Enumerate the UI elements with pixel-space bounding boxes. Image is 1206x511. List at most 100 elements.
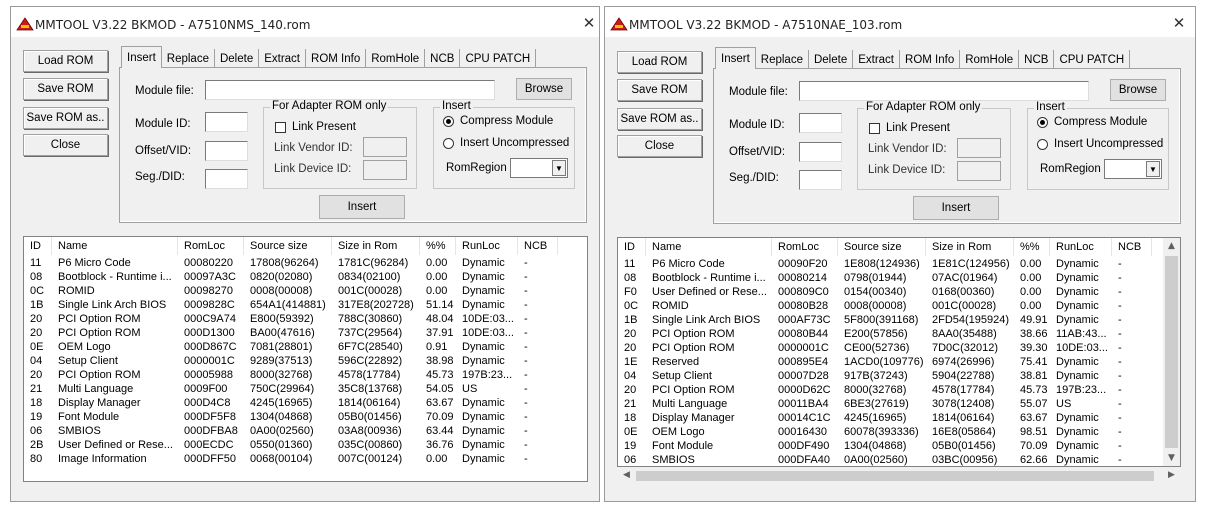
tab-insert[interactable]: Insert — [121, 46, 162, 68]
tab-insert[interactable]: Insert — [715, 47, 756, 69]
column-header[interactable]: Name — [52, 237, 178, 255]
tab-ncb[interactable]: NCB — [425, 49, 461, 68]
save-rom-as-button[interactable]: Save ROM as.. — [23, 107, 108, 129]
offset-vid-input[interactable] — [205, 141, 248, 161]
module-file-input[interactable] — [205, 80, 495, 100]
table-row[interactable]: 0C ROMID 00080B28 0008(00008) 001C(00028) 0.0… — [618, 299, 1152, 313]
insert-uncompressed-radio[interactable] — [443, 138, 454, 149]
link-present-checkbox[interactable] — [275, 122, 286, 133]
column-header[interactable]: NCB — [518, 237, 558, 255]
tab-cpu-patch[interactable]: CPU PATCH — [1054, 50, 1131, 69]
table-row[interactable]: 1E Reserved 000895E4 1ACD0(109776) 6974(2699… — [618, 355, 1152, 369]
offset-vid-input[interactable] — [799, 142, 842, 162]
scrollbar-thumb[interactable] — [1165, 256, 1178, 448]
column-header[interactable]: ID — [618, 238, 646, 256]
column-header[interactable]: Source size — [244, 237, 332, 255]
table-row[interactable]: 20 PCI Option ROM 0000D62C 8000(32768) 4578(… — [618, 383, 1152, 397]
column-header[interactable]: NCB — [1112, 238, 1152, 256]
seg-did-input[interactable] — [799, 170, 842, 190]
close-icon[interactable]: ✕ — [581, 15, 597, 31]
table-row[interactable]: 18 Display Manager 00014C1C 4245(16965) 1814… — [618, 411, 1152, 425]
scroll-left-icon[interactable]: ◀ — [618, 470, 635, 480]
table-row[interactable]: 0C ROMID 00098270 0008(00008) 001C(00028) 0.0… — [24, 284, 558, 298]
link-present-checkbox[interactable] — [869, 123, 880, 134]
table-row[interactable]: F0 User Defined or Rese... 000809C0 0154(00… — [618, 285, 1152, 299]
column-header[interactable]: %% — [420, 237, 456, 255]
tab-rom-info[interactable]: ROM Info — [306, 49, 367, 68]
compress-module-radio[interactable] — [443, 116, 454, 127]
module-id-input[interactable] — [205, 112, 248, 132]
column-header[interactable]: RunLoc — [1050, 238, 1112, 256]
scroll-up-icon[interactable]: ▲ — [1163, 241, 1180, 251]
table-row[interactable]: 21 Multi Language 00011BA4 6BE3(27619) 3078(… — [618, 397, 1152, 411]
tab-ncb[interactable]: NCB — [1019, 50, 1055, 69]
link-vendor-input[interactable] — [957, 138, 1001, 158]
table-row[interactable]: 04 Setup Client 0000001C 9289(37513) 596C(22… — [24, 354, 558, 368]
module-list[interactable]: ID Name RomLoc Source size Size in Rom%% RunL… — [617, 237, 1181, 467]
chevron-down-icon[interactable]: ▼ — [552, 160, 566, 176]
tab-delete[interactable]: Delete — [808, 50, 854, 69]
table-row[interactable]: 21 Multi Language 0009F00 750C(29964) 35C8(1… — [24, 382, 558, 396]
table-row[interactable]: 11 P6 Micro Code 00090F20 1E808(124936) 1E81… — [618, 257, 1152, 271]
table-row[interactable]: 0E OEM Logo 000D867C 7081(28801) 6F7C(28540)… — [24, 340, 558, 354]
close-button[interactable]: Close — [617, 135, 702, 157]
table-row[interactable]: 19 Font Module 000DF5F8 1304(04868) 05B0(014… — [24, 410, 558, 424]
table-row[interactable]: 1B Single Link Arch BIOS 000AF73C 5F800(391… — [618, 313, 1152, 327]
module-list[interactable]: ID Name RomLoc Source size Size in Rom%% RunL… — [23, 236, 588, 482]
load-rom-button[interactable]: Load ROM — [23, 50, 108, 72]
column-header[interactable]: RomLoc — [772, 238, 838, 256]
link-device-input[interactable] — [363, 160, 407, 180]
browse-button[interactable]: Browse — [516, 78, 572, 100]
table-row[interactable]: 2B User Defined or Rese... 000ECDC 0550(013… — [24, 438, 558, 452]
link-vendor-input[interactable] — [363, 137, 407, 157]
table-row[interactable]: 06 SMBIOS 000DFA40 0A00(02560) 03BC(00956) 62… — [618, 453, 1152, 466]
table-row[interactable]: 19 Font Module 000DF490 1304(04868) 05B0(014… — [618, 439, 1152, 453]
link-device-input[interactable] — [957, 161, 1001, 181]
tab-delete[interactable]: Delete — [214, 49, 260, 68]
romregion-select[interactable]: ▼ — [1104, 159, 1162, 179]
table-row[interactable]: 20 PCI Option ROM 00005988 8000(32768) 4578(… — [24, 368, 558, 382]
table-row[interactable]: 06 SMBIOS 000DFBA8 0A00(02560) 03A8(00936) 63… — [24, 424, 558, 438]
table-row[interactable]: 0E OEM Logo 00016430 60078(393336) 16E8(0586… — [618, 425, 1152, 439]
close-button[interactable]: Close — [23, 134, 108, 156]
insert-button[interactable]: Insert — [319, 195, 405, 219]
hscrollbar-thumb[interactable] — [636, 471, 1154, 481]
column-header[interactable]: Size in Rom — [926, 238, 1014, 256]
table-row[interactable]: 80 Image Information 000DFF50 0068(00104) 00… — [24, 452, 558, 466]
save-rom-button[interactable]: Save ROM — [23, 78, 108, 100]
tab-extract[interactable]: Extract — [853, 50, 901, 69]
insert-button[interactable]: Insert — [913, 196, 999, 220]
save-rom-button[interactable]: Save ROM — [617, 79, 702, 101]
table-row[interactable]: 20 PCI Option ROM 000D1300 BA00(47616) 737C(… — [24, 326, 558, 340]
save-rom-as-button[interactable]: Save ROM as.. — [617, 108, 702, 130]
scroll-down-icon[interactable]: ▼ — [1163, 453, 1180, 463]
module-file-input[interactable] — [799, 81, 1089, 101]
column-header[interactable]: Name — [646, 238, 772, 256]
tab-romhole[interactable]: RomHole — [366, 49, 426, 68]
romregion-select[interactable]: ▼ — [510, 158, 568, 178]
column-header[interactable]: RunLoc — [456, 237, 518, 255]
tab-rom-info[interactable]: ROM Info — [900, 50, 961, 69]
browse-button[interactable]: Browse — [1110, 79, 1166, 101]
table-row[interactable]: 04 Setup Client 00007D28 917B(37243) 5904(22… — [618, 369, 1152, 383]
tab-romhole[interactable]: RomHole — [960, 50, 1020, 69]
column-header[interactable]: %% — [1014, 238, 1050, 256]
table-row[interactable]: 08 Bootblock - Runtime i... 00097A3C 0820(0… — [24, 270, 558, 284]
table-row[interactable]: 18 Display Manager 000D4C8 4245(16965) 1814(… — [24, 396, 558, 410]
horizontal-scrollbar[interactable] — [24, 482, 587, 497]
chevron-down-icon[interactable]: ▼ — [1146, 161, 1160, 177]
insert-uncompressed-radio[interactable] — [1037, 139, 1048, 150]
column-header[interactable]: Source size — [838, 238, 926, 256]
table-row[interactable]: 08 Bootblock - Runtime i... 00080214 0798(0… — [618, 271, 1152, 285]
column-header[interactable]: RomLoc — [178, 237, 244, 255]
column-header[interactable]: Size in Rom — [332, 237, 420, 255]
tab-replace[interactable]: Replace — [755, 50, 809, 69]
table-row[interactable]: 11 P6 Micro Code 00080220 17808(96264) 1781C… — [24, 256, 558, 270]
seg-did-input[interactable] — [205, 169, 248, 189]
table-row[interactable]: 1B Single Link Arch BIOS 0009828C 654A1(414… — [24, 298, 558, 312]
horizontal-scrollbar[interactable]: ◀ ▶ — [618, 468, 1180, 484]
table-row[interactable]: 20 PCI Option ROM 0000001C CE00(52736) 7D0C(… — [618, 341, 1152, 355]
table-row[interactable]: 20 PCI Option ROM 00080B44 E200(57856) 8AA0(… — [618, 327, 1152, 341]
tab-cpu-patch[interactable]: CPU PATCH — [460, 49, 537, 68]
module-id-input[interactable] — [799, 113, 842, 133]
